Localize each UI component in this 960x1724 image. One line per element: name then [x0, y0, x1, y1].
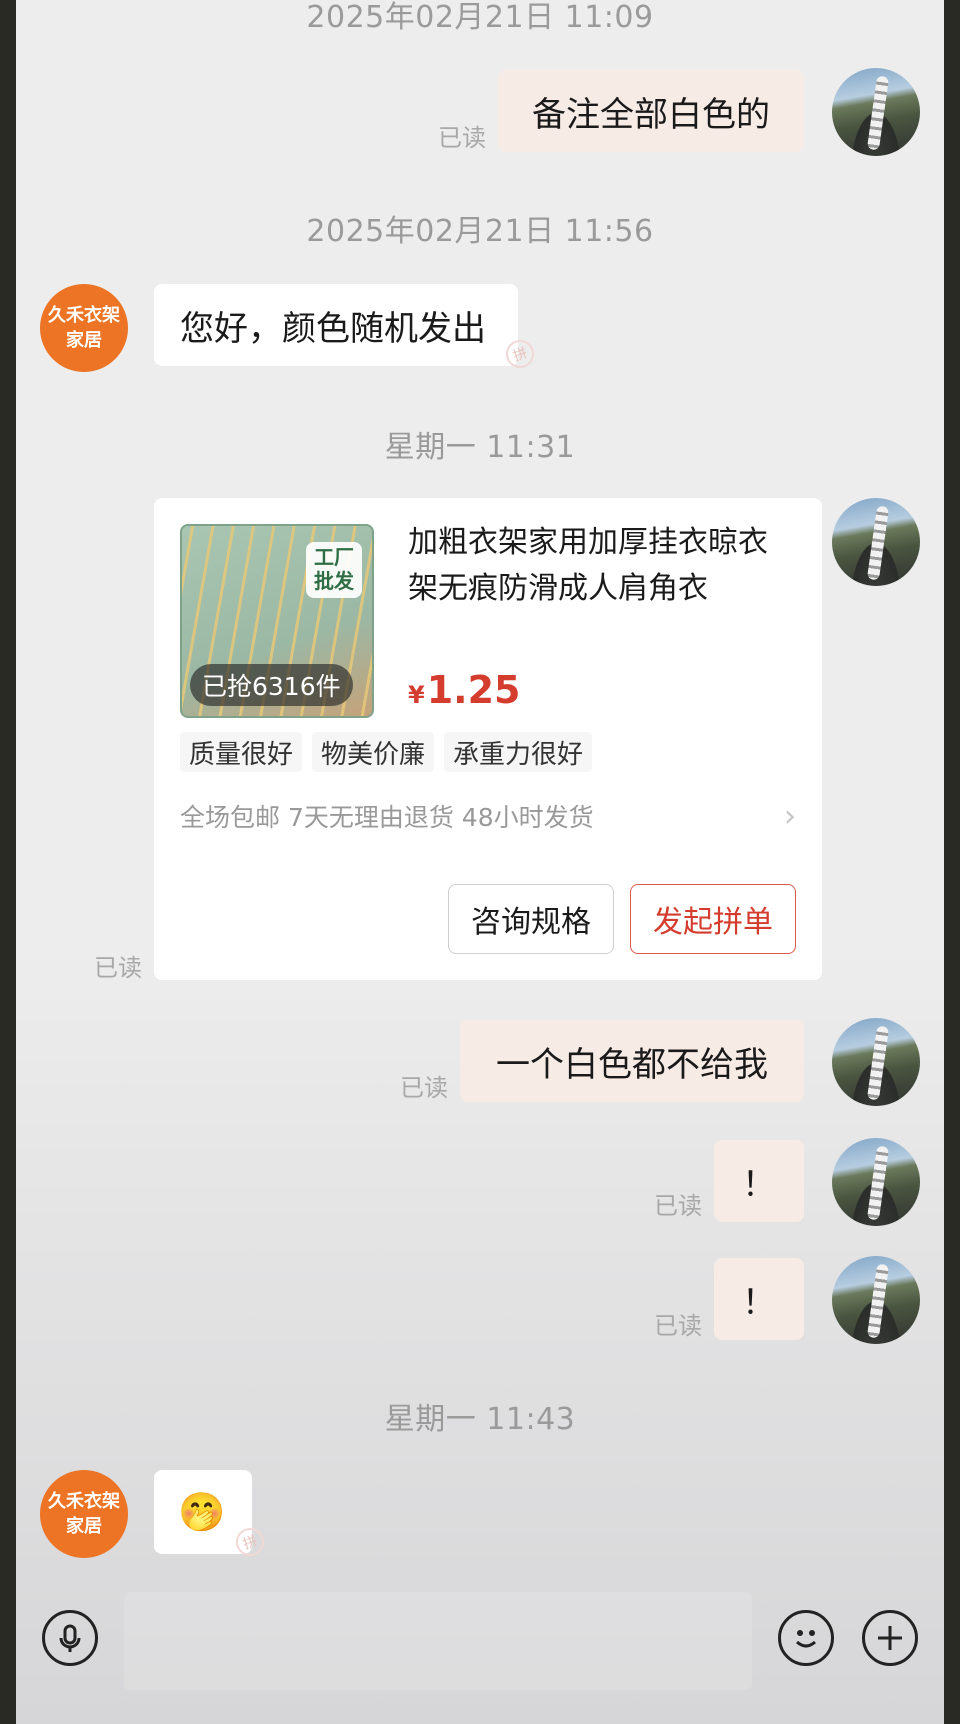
product-tag: 承重力很好 — [444, 732, 593, 772]
user-avatar[interactable] — [832, 1018, 920, 1106]
start-group-order-button[interactable]: 发起拼单 — [630, 884, 796, 954]
hand-over-mouth-emoji: 🤭 — [178, 1489, 226, 1534]
read-receipt: 已读 — [94, 954, 142, 982]
shop-avatar-text: 久禾衣架 — [48, 305, 120, 326]
sold-count: 已抢6316件 — [190, 664, 353, 706]
message-bubble-sent[interactable]: ！ — [714, 1258, 804, 1340]
product-title[interactable]: 加粗衣架家用加厚挂衣晾衣架无痕防滑成人肩角衣 — [408, 520, 788, 612]
services-text: 全场包邮 7天无理由退货 48小时发货 — [180, 803, 594, 832]
message-text: 一个白色都不给我 — [496, 1044, 768, 1085]
product-tag: 物美价廉 — [312, 732, 435, 772]
read-receipt: 已读 — [654, 1192, 702, 1220]
shop-avatar[interactable]: 久禾衣架 家居 — [40, 284, 128, 372]
chat-screen: 2025年02月21日 11:09 已读 备注全部白色的 2025年02月21日… — [16, 0, 944, 1724]
plus-icon[interactable] — [862, 1610, 918, 1666]
timestamp: 星期一 11:31 — [384, 430, 576, 465]
product-tags: 质量很好 物美价廉 承重力很好 — [180, 732, 593, 772]
shop-avatar-text: 家居 — [66, 1516, 102, 1537]
timestamp: 星期一 11:43 — [384, 1402, 576, 1437]
product-tag: 质量很好 — [180, 732, 303, 772]
currency-symbol: ¥ — [408, 681, 425, 709]
read-receipt: 已读 — [438, 124, 486, 152]
price-value: 1.25 — [426, 668, 521, 712]
product-image[interactable]: 工厂 批发 已抢6316件 — [180, 524, 374, 718]
read-receipt: 已读 — [654, 1312, 702, 1340]
message-input[interactable] — [124, 1592, 752, 1690]
user-avatar[interactable] — [832, 1256, 920, 1344]
shop-avatar-text: 家居 — [66, 330, 102, 351]
timestamp: 2025年02月21日 11:56 — [306, 214, 654, 249]
message-text: 您好，颜色随机发出 — [180, 308, 486, 349]
smiley-icon[interactable] — [778, 1610, 834, 1666]
badge-text: 工厂 — [314, 545, 354, 569]
message-text: 备注全部白色的 — [532, 94, 770, 135]
consult-spec-button[interactable]: 咨询规格 — [448, 884, 614, 954]
message-bubble-sent[interactable]: 备注全部白色的 — [498, 70, 804, 152]
shop-avatar-text: 久禾衣架 — [48, 1491, 120, 1512]
message-bubble-sent[interactable]: ！ — [714, 1140, 804, 1222]
badge-text: 批发 — [314, 569, 354, 593]
product-card[interactable]: 工厂 批发 已抢6316件 加粗衣架家用加厚挂衣晾衣架无痕防滑成人肩角衣 ¥ 1… — [154, 498, 822, 980]
message-text: ！ — [742, 1282, 776, 1323]
factory-wholesale-badge: 工厂 批发 — [306, 542, 362, 598]
timestamp: 2025年02月21日 11:09 — [306, 0, 654, 35]
service-guarantees[interactable]: 全场包邮 7天无理由退货 48小时发货 › — [180, 798, 796, 834]
read-receipt: 已读 — [400, 1074, 448, 1102]
message-text: ！ — [742, 1164, 776, 1205]
message-bubble-received[interactable]: 您好，颜色随机发出 — [154, 284, 518, 366]
user-avatar[interactable] — [832, 498, 920, 586]
shop-avatar[interactable]: 久禾衣架 家居 — [40, 1470, 128, 1558]
chevron-right-icon: › — [784, 798, 796, 834]
user-avatar[interactable] — [832, 68, 920, 156]
microphone-icon[interactable] — [42, 1610, 98, 1666]
product-price: ¥ 1.25 — [408, 668, 520, 712]
user-avatar[interactable] — [832, 1138, 920, 1226]
chat-input-bar — [16, 1580, 944, 1724]
message-bubble-sent[interactable]: 一个白色都不给我 — [460, 1020, 804, 1102]
